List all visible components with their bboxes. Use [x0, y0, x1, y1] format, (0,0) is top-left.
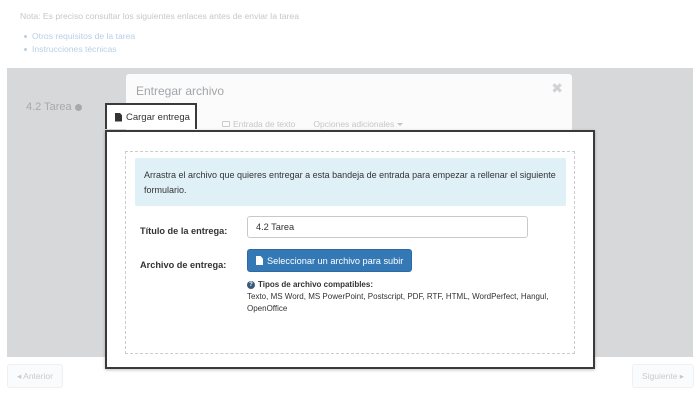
- compatible-types: ? Tipos de archivo compatibles: Texto, M…: [247, 280, 557, 315]
- submission-title-input[interactable]: [247, 216, 528, 238]
- submission-title-label: Título de la entrega:: [140, 226, 228, 236]
- tab-text-entry[interactable]: Entrada de texto: [222, 119, 295, 129]
- task-title-text: 4.2 Tarea: [26, 101, 72, 113]
- tab-upload-submission-label: Cargar entrega: [126, 111, 190, 123]
- compatible-types-title: ? Tipos de archivo compatibles:: [247, 280, 557, 289]
- chevron-down-icon: [397, 122, 404, 126]
- previous-button[interactable]: ◂ Anterior: [7, 364, 63, 388]
- page-note: Nota: Es preciso consultar los siguiente…: [20, 11, 299, 21]
- tab-additional-options-label: Opciones adicionales: [313, 119, 395, 129]
- next-button[interactable]: Siguiente ▸: [632, 364, 695, 388]
- link-technical-instructions[interactable]: Instrucciones técnicas: [24, 43, 135, 56]
- requirement-links: Otros requisitos de la tarea Instruccion…: [24, 30, 135, 56]
- tab-additional-options[interactable]: Opciones adicionales: [313, 119, 404, 129]
- question-icon: ?: [247, 280, 255, 289]
- select-file-button-label: Seleccionar un archivo para subir: [267, 255, 404, 266]
- submission-file-label: Archivo de entrega:: [140, 260, 227, 270]
- task-title: 4.2 Tarea: [26, 101, 82, 113]
- info-icon: [74, 103, 82, 111]
- close-icon[interactable]: ✖: [551, 80, 563, 97]
- select-file-button[interactable]: Seleccionar un archivo para subir: [247, 249, 413, 272]
- compatible-types-list: Texto, MS Word, MS PowerPoint, Postscrip…: [247, 292, 549, 313]
- tab-upload-submission[interactable]: Cargar entrega: [105, 103, 197, 129]
- link-other-requirements[interactable]: Otros requisitos de la tarea: [24, 30, 135, 43]
- drop-info-message: Arrastra el archivo que quieres entregar…: [135, 158, 566, 206]
- drop-zone[interactable]: Arrastra el archivo que quieres entregar…: [125, 151, 575, 354]
- compatible-types-title-text: Tipos de archivo compatibles:: [258, 280, 373, 289]
- modal-title: Entregar archivo: [136, 84, 225, 98]
- tab-text-entry-label: Entrada de texto: [233, 119, 296, 129]
- upload-panel: Arrastra el archivo que quieres entregar…: [105, 130, 595, 369]
- modal-tabs: Entrada de texto Opciones adicionales: [222, 119, 404, 129]
- keyboard-icon: [222, 121, 230, 127]
- file-icon: [115, 112, 122, 122]
- file-icon: [256, 256, 263, 265]
